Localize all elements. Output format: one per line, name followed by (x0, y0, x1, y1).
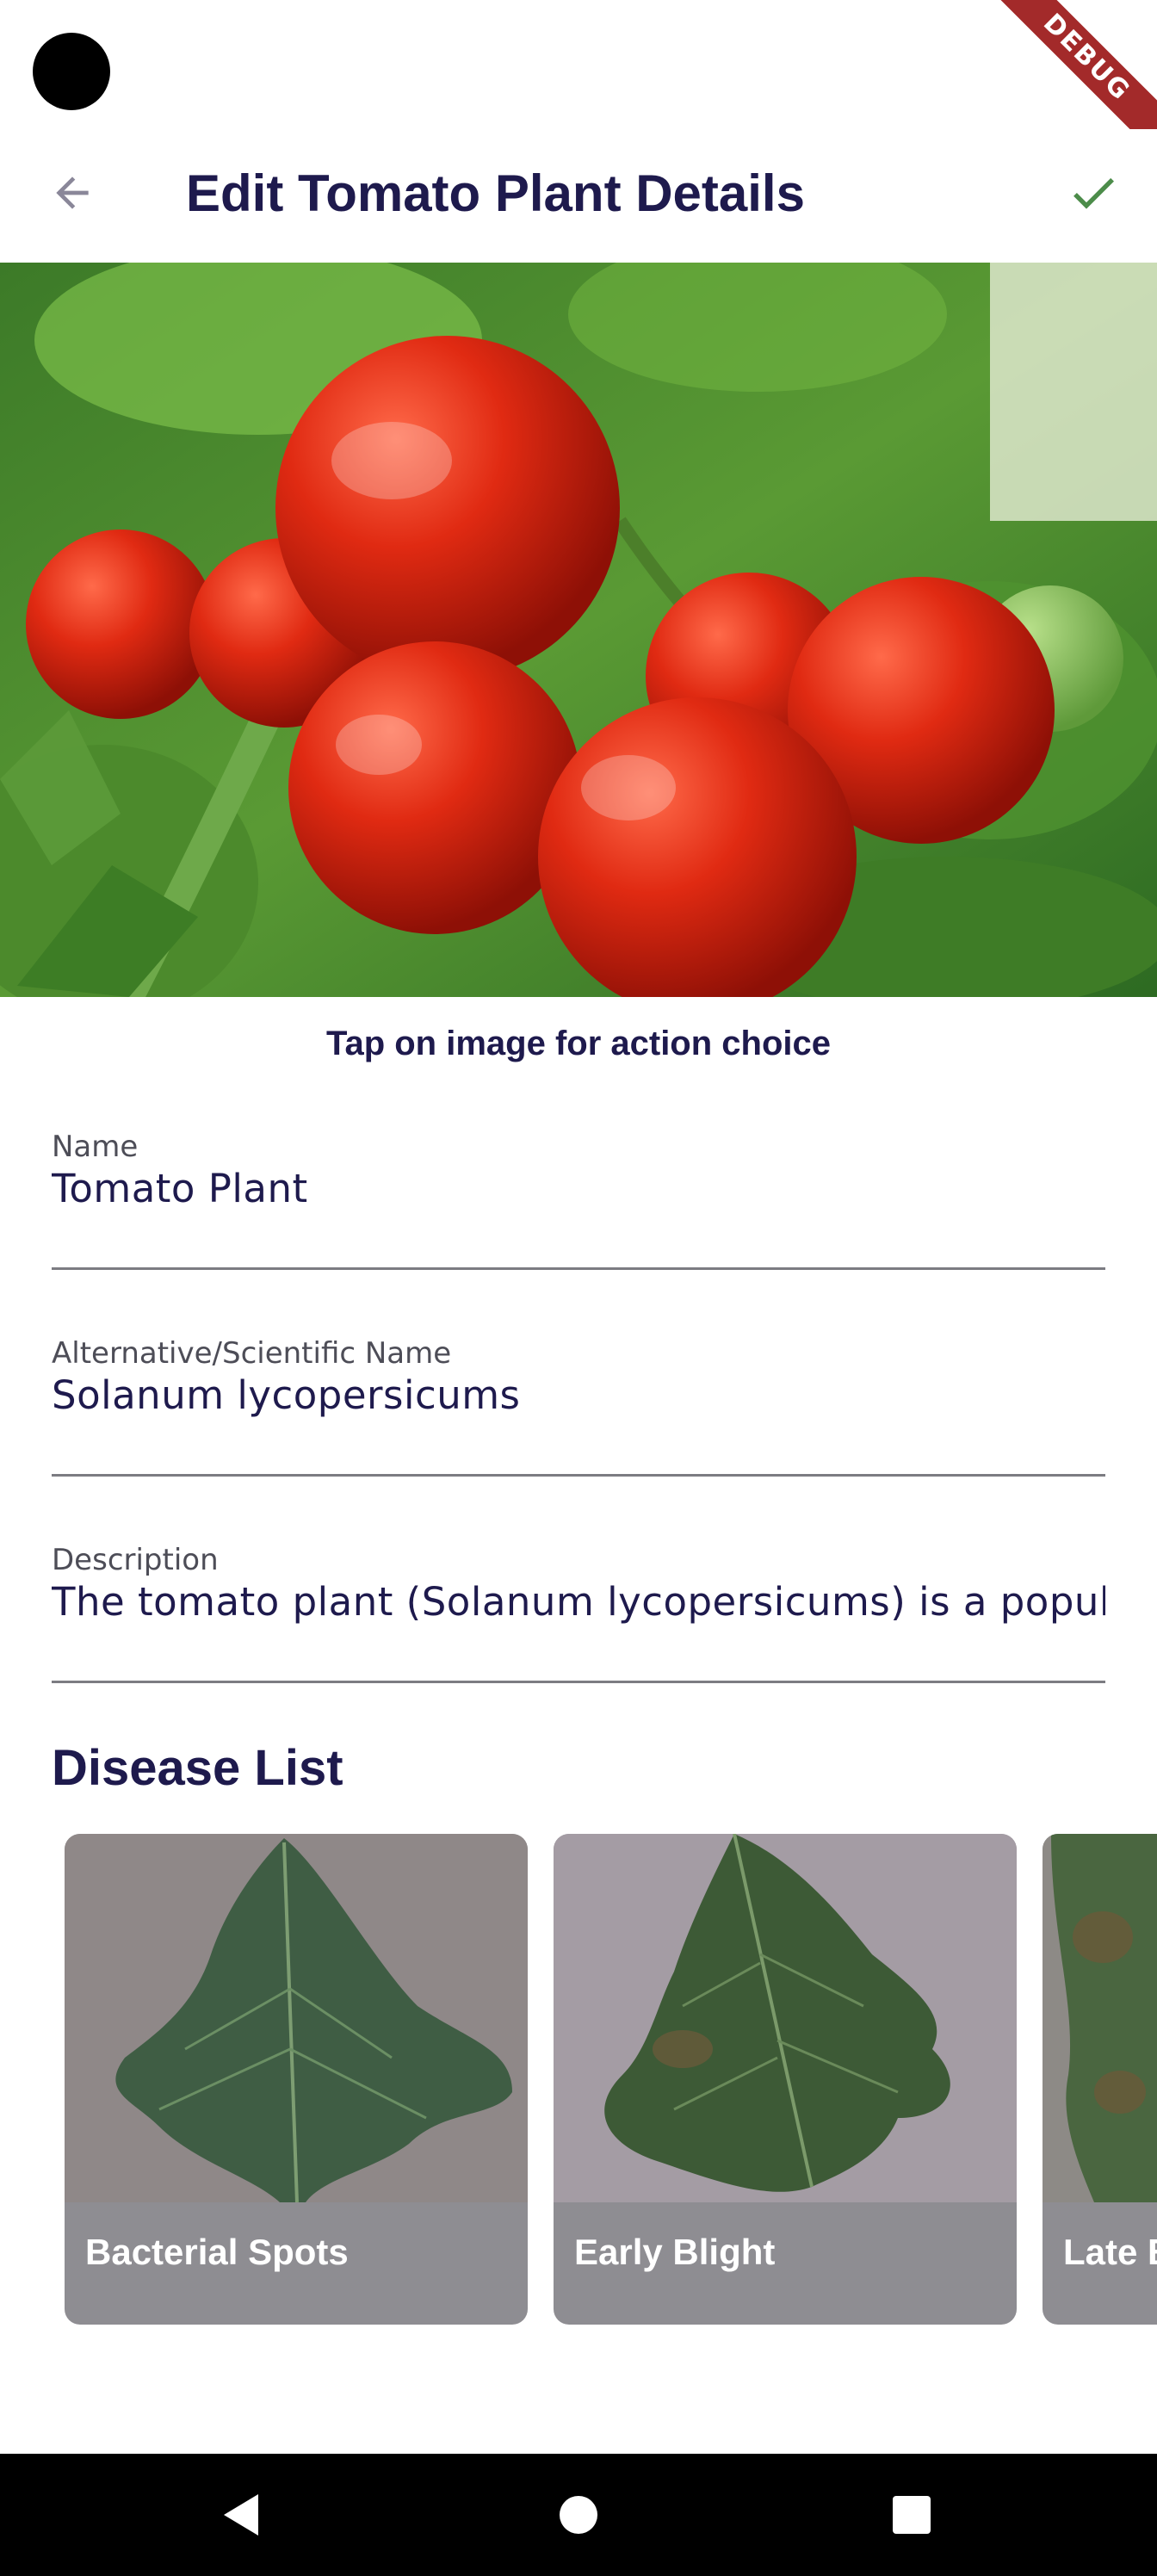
page-title: Edit Tomato Plant Details (186, 164, 805, 222)
alt-name-field[interactable]: Alternative/Scientific Name Solanum lyco… (52, 1336, 1105, 1477)
square-recents-icon (893, 2496, 931, 2534)
alt-name-input[interactable]: Solanum lycopersicums (52, 1372, 1105, 1418)
disease-list[interactable]: Bacterial Spots Early Blight Late B (0, 1834, 1157, 2333)
alt-name-label: Alternative/Scientific Name (52, 1336, 452, 1371)
app-bar: Edit Tomato Plant Details (0, 129, 1157, 263)
name-label: Name (52, 1130, 139, 1164)
plant-image[interactable] (0, 263, 1157, 997)
tomato-plant-photo (0, 263, 1157, 997)
disease-card-bacterial-spots[interactable]: Bacterial Spots (65, 1834, 528, 2325)
nav-recents-button[interactable] (873, 2476, 950, 2554)
nav-back-button[interactable] (202, 2476, 280, 2554)
description-label: Description (52, 1543, 219, 1577)
nav-home-button[interactable] (540, 2476, 617, 2554)
disease-leaf-image (554, 1834, 1017, 2202)
disease-leaf-image (1043, 1834, 1157, 2202)
arrow-back-icon (56, 176, 89, 209)
name-input[interactable]: Tomato Plant (52, 1166, 1105, 1211)
disease-card-label: Late B (1063, 2232, 1157, 2272)
triangle-back-icon (224, 2494, 258, 2536)
disease-list-title: Disease List (52, 1740, 343, 1796)
disease-card-label: Early Blight (574, 2232, 776, 2272)
disease-card-late-blight[interactable]: Late B (1043, 1834, 1157, 2325)
image-action-hint: Tap on image for action choice (325, 1025, 831, 1062)
save-button[interactable] (1059, 158, 1128, 227)
description-input[interactable]: The tomato plant (Solanum lycopersicums)… (52, 1579, 1105, 1625)
disease-card-label: Bacterial Spots (85, 2232, 349, 2272)
back-button[interactable] (38, 158, 107, 227)
camera-cutout (33, 33, 110, 110)
disease-card-early-blight[interactable]: Early Blight (554, 1834, 1017, 2325)
status-bar: DEBUG (0, 0, 1157, 170)
circle-home-icon (560, 2496, 597, 2534)
disease-leaf-image (65, 1834, 528, 2202)
name-field[interactable]: Name Tomato Plant (52, 1130, 1105, 1270)
description-field[interactable]: Description The tomato plant (Solanum ly… (52, 1543, 1105, 1683)
system-nav-bar (0, 2454, 1157, 2576)
check-icon (1073, 177, 1114, 209)
